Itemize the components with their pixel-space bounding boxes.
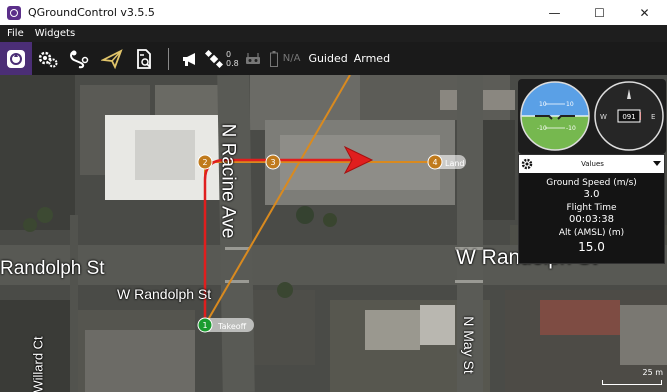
main-toolbar: 0 0.8 N/A Guided Armed xyxy=(0,42,667,75)
qgc-app-icon xyxy=(7,5,21,20)
compass-east: E xyxy=(651,113,655,121)
plan-route-icon xyxy=(70,50,89,68)
value-flight-time: 00:03:38 xyxy=(569,214,614,225)
values-header[interactable]: Values xyxy=(519,155,664,173)
waypoint-seq-2: 2 xyxy=(202,158,207,167)
battery-indicator[interactable] xyxy=(267,42,281,75)
chevron-down-icon xyxy=(653,161,661,166)
flight-instruments: 10 10 -10 -10 W E 091 xyxy=(520,81,664,151)
street-label-racine: N Racine Ave xyxy=(217,123,239,239)
settings-gear-icon xyxy=(38,51,58,67)
satellite-gps-icon xyxy=(205,49,223,68)
window-title-bar: QGroundControl v3.5.5 — ☐ ✕ xyxy=(0,0,667,25)
rc-rssi-indicator[interactable] xyxy=(239,42,267,75)
waypoint-marker-3[interactable]: 3 xyxy=(265,154,281,170)
settings-button[interactable] xyxy=(32,42,64,75)
qgc-logo-button[interactable] xyxy=(0,42,32,75)
analyze-document-icon xyxy=(137,48,151,69)
pitch-label-down-left: -10 xyxy=(537,125,547,132)
values-settings-button[interactable] xyxy=(519,155,535,173)
waypoint-seq-4: 4 xyxy=(432,158,437,167)
gps-hdop: 0.8 xyxy=(226,58,239,68)
instrument-panel: 10 10 -10 -10 W E 091 xyxy=(518,79,666,154)
street-label-randolph-center: W Randolph St xyxy=(117,286,212,302)
waypoint-label-4: Land xyxy=(445,159,465,168)
minimize-button[interactable]: — xyxy=(532,0,577,25)
waypoint-marker-1[interactable]: 1 Takeoff xyxy=(197,317,254,333)
pitch-label-down-right: -10 xyxy=(566,125,576,132)
maximize-button[interactable]: ☐ xyxy=(577,0,622,25)
gps-values: 0 0.8 xyxy=(226,50,239,68)
gps-indicator[interactable] xyxy=(203,42,225,75)
battery-status: N/A xyxy=(282,53,301,64)
map-scale-bar xyxy=(602,380,662,385)
street-label-may: N May St xyxy=(460,316,477,374)
value-altitude: 15.0 xyxy=(578,240,605,254)
fly-view-button[interactable] xyxy=(96,42,128,75)
waypoint-seq-1: 1 xyxy=(202,321,207,330)
value-label-altitude: Alt (AMSL) (m) xyxy=(558,228,625,238)
plan-view-button[interactable] xyxy=(64,42,96,75)
waypoint-label-1: Takeoff xyxy=(217,322,247,331)
flight-mode-selector[interactable]: Guided xyxy=(308,52,347,65)
qgc-logo-icon xyxy=(7,49,25,68)
toolbar-separator xyxy=(168,47,169,70)
waypoint-marker-2[interactable]: 2 xyxy=(197,154,213,170)
value-ground-speed: 3.0 xyxy=(583,189,600,200)
megaphone-messages-icon xyxy=(183,52,195,66)
map-scale-label: 25 m xyxy=(642,368,663,377)
values-widget: Values Ground Speed (m/s) 3.0 Flight Tim… xyxy=(518,154,665,264)
values-dropdown-button[interactable] xyxy=(650,155,664,173)
value-label-ground-speed: Ground Speed (m/s) xyxy=(546,178,637,188)
battery-icon xyxy=(269,50,278,67)
street-label-randolph-left: Randolph St xyxy=(0,258,105,279)
window-title: QGroundControl v3.5.5 xyxy=(28,6,155,19)
menu-bar: File Widgets xyxy=(0,25,667,42)
armed-status[interactable]: Armed xyxy=(354,52,390,65)
street-label-willard: Willard Ct xyxy=(30,336,46,392)
compass-indicator: W E 091 xyxy=(594,81,664,151)
waypoint-seq-3: 3 xyxy=(270,158,275,167)
compass-heading: 091 xyxy=(622,113,635,121)
compass-west: W xyxy=(600,113,607,121)
waypoint-marker-4[interactable]: 4 Land xyxy=(427,154,466,170)
menu-file[interactable]: File xyxy=(7,28,24,39)
fly-paper-plane-icon xyxy=(101,48,123,69)
analyze-view-button[interactable] xyxy=(128,42,160,75)
gps-satellite-count: 0 xyxy=(226,49,232,59)
pitch-label-up-right: 10 xyxy=(566,101,574,108)
menu-widgets[interactable]: Widgets xyxy=(35,28,75,39)
rc-transmitter-icon xyxy=(245,52,260,64)
value-label-flight-time: Flight Time xyxy=(566,203,617,213)
attitude-indicator: 10 10 -10 -10 xyxy=(521,82,589,150)
values-title: Values xyxy=(581,160,604,168)
messages-button[interactable] xyxy=(177,42,203,75)
gear-icon xyxy=(521,158,533,170)
pitch-label-up-left: 10 xyxy=(539,101,547,108)
close-button[interactable]: ✕ xyxy=(622,0,667,25)
